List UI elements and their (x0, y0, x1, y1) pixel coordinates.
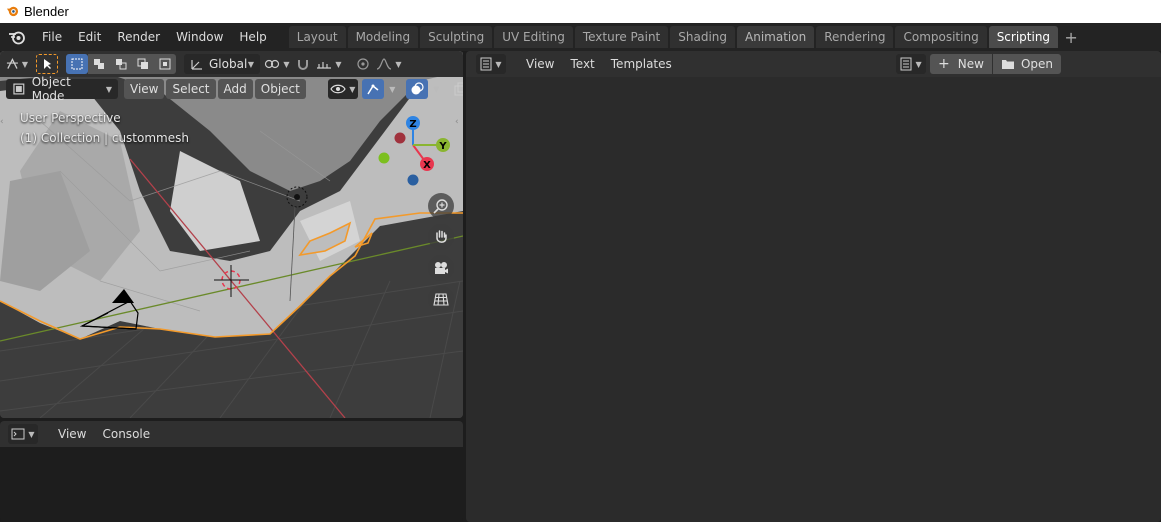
console-header: ▼ View Console (0, 421, 463, 447)
tab-sculpting[interactable]: Sculpting (420, 26, 493, 48)
orientation-icon (191, 60, 202, 70)
menu-edit[interactable]: Edit (70, 26, 109, 48)
plus-icon: + (938, 56, 950, 72)
menu-help[interactable]: Help (231, 26, 274, 48)
tab-modeling[interactable]: Modeling (347, 26, 419, 48)
overlays-options-icon[interactable]: ▼ (428, 79, 442, 99)
text-editor-type-icon[interactable]: ▼ (476, 54, 506, 74)
gizmo-z-label: Z (409, 119, 416, 130)
proportional-editing-icon[interactable] (352, 54, 374, 74)
folder-icon (1001, 60, 1014, 69)
select-subtract-mode-icon[interactable] (110, 54, 132, 74)
viewport-scene[interactable] (0, 51, 463, 418)
3d-viewport[interactable]: ▼ Global ▼ ▼ ▼ ▼ Object Mode ▼ View Sele… (0, 51, 463, 418)
text-editor-header: ▼ View Text Templates ▼ + New Open (466, 51, 1161, 77)
transform-orientation-select[interactable]: Global ▼ (184, 54, 260, 74)
select-box-mode-icon[interactable] (66, 54, 88, 74)
sidebar-toggle-icon[interactable]: ‹ (455, 117, 463, 129)
zoom-icon[interactable] (428, 193, 454, 219)
text-editor[interactable]: ▼ View Text Templates ▼ + New Open (466, 51, 1161, 522)
select-invert-mode-icon[interactable] (132, 54, 154, 74)
templates-menu[interactable]: Templates (603, 53, 680, 75)
tab-rendering[interactable]: Rendering (816, 26, 894, 48)
python-console[interactable]: ▼ View Console (0, 421, 463, 522)
editor-type-icon[interactable]: ▼ (6, 54, 28, 74)
pan-hand-icon[interactable] (428, 224, 454, 250)
mode-select[interactable]: Object Mode ▼ (6, 75, 118, 103)
xray-toggle-icon[interactable] (450, 79, 463, 99)
workspace-tabs: Layout Modeling Sculpting UV Editing Tex… (288, 23, 1082, 51)
snap-icon[interactable] (292, 54, 314, 74)
object-menu[interactable]: Object (254, 79, 306, 99)
navigation-gizmo[interactable]: Z Y X (375, 115, 455, 195)
gizmo-toggle-icon[interactable] (361, 79, 384, 99)
select-intersect-mode-icon[interactable] (154, 54, 176, 74)
menu-file[interactable]: File (34, 26, 70, 48)
viewport-tool-header: ▼ Global ▼ ▼ ▼ ▼ (0, 51, 463, 77)
console-editor-type-icon[interactable]: ▼ (8, 424, 38, 444)
active-object-label: (1) Collection | custommesh (20, 131, 189, 145)
transform-orientation-value: Global (209, 57, 248, 71)
text-editor-body[interactable] (466, 77, 1161, 522)
toolbar-toggle-icon[interactable]: ‹ (0, 117, 8, 129)
text-menu[interactable]: Text (562, 53, 602, 75)
add-workspace-icon[interactable]: + (1060, 26, 1082, 48)
snap-target-icon[interactable]: ▼ (314, 54, 344, 74)
new-text-label: New (957, 57, 984, 71)
window-title: Blender (24, 4, 69, 19)
tab-animation[interactable]: Animation (737, 26, 815, 48)
gizmo-x-label: X (423, 160, 431, 171)
perspective-grid-icon[interactable] (428, 286, 454, 312)
tab-scripting[interactable]: Scripting (988, 26, 1059, 48)
open-text-label: Open (1020, 57, 1053, 71)
browse-text-icon[interactable]: ▼ (896, 54, 927, 74)
menu-render[interactable]: Render (109, 26, 168, 48)
tab-texture-paint[interactable]: Texture Paint (574, 26, 669, 48)
text-view-menu[interactable]: View (518, 53, 562, 75)
console-output[interactable] (0, 447, 463, 522)
console-menu[interactable]: Console (94, 423, 158, 445)
new-text-button[interactable]: + New (930, 54, 992, 74)
text-datablock-controls: ▼ + New Open (896, 54, 1061, 74)
menu-window[interactable]: Window (168, 26, 231, 48)
tab-compositing[interactable]: Compositing (895, 26, 987, 48)
top-bar: File Edit Render Window Help Layout Mode… (0, 23, 1161, 51)
blender-logo-icon (6, 4, 19, 20)
open-text-button[interactable]: Open (992, 54, 1061, 74)
mode-value: Object Mode (31, 75, 71, 103)
window-titlebar: Blender (0, 0, 1161, 23)
gizmo-options-icon[interactable]: ▼ (384, 79, 398, 99)
object-mode-icon (13, 83, 25, 95)
pivot-point-icon[interactable]: ▼ (262, 54, 292, 74)
console-view-menu[interactable]: View (50, 423, 94, 445)
visibility-icon[interactable]: ▼ (327, 79, 358, 99)
select-extend-mode-icon[interactable] (88, 54, 110, 74)
tab-shading[interactable]: Shading (670, 26, 735, 48)
tab-layout[interactable]: Layout (288, 26, 346, 48)
tab-uv-editing[interactable]: UV Editing (494, 26, 573, 48)
camera-view-icon[interactable] (428, 255, 454, 281)
select-menu[interactable]: Select (166, 79, 216, 99)
falloff-icon[interactable]: ▼ (374, 54, 404, 74)
add-menu[interactable]: Add (217, 79, 253, 99)
overlays-toggle-icon[interactable] (405, 79, 428, 99)
select-tool-icon[interactable] (36, 54, 58, 74)
blender-menu-icon[interactable] (0, 23, 34, 51)
view-menu[interactable]: View (124, 79, 165, 99)
view-perspective-label: User Perspective (20, 111, 121, 125)
gizmo-y-label: Y (438, 141, 447, 152)
viewport-header: Object Mode ▼ View Select Add Object ▼ ▼… (6, 75, 463, 103)
